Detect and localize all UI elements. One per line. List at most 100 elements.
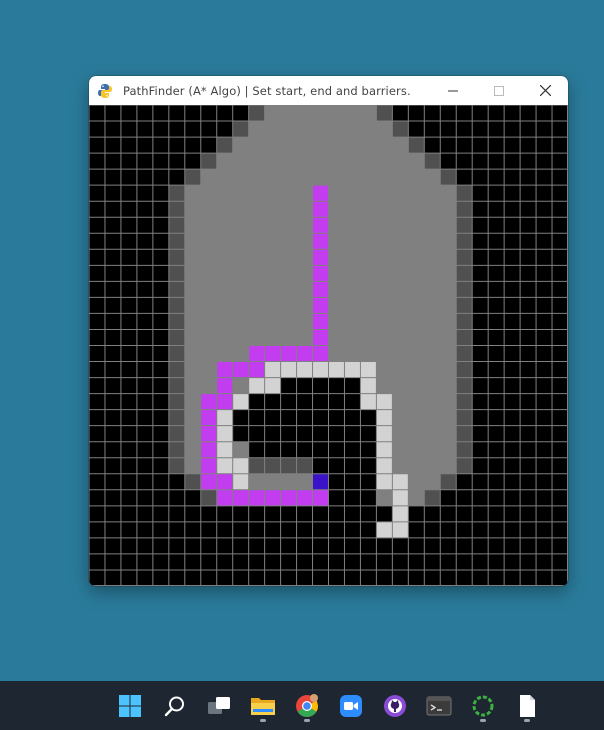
grid-cell-edge[interactable] [456,409,473,426]
grid-cell-edge[interactable] [456,313,473,330]
grid-cell-barrier[interactable] [280,105,297,122]
grid-cell-barrier[interactable] [440,201,457,218]
grid-cell-empty[interactable] [152,217,169,234]
grid-cell-barrier[interactable] [264,233,281,250]
grid-cell-end[interactable] [312,473,329,490]
grid-cell-barrier[interactable] [360,137,377,154]
grid-cell-barrier[interactable] [360,169,377,186]
grid-cell-barrier[interactable] [248,233,265,250]
grid-cell-barrier[interactable] [264,169,281,186]
grid-cell-closed[interactable] [216,425,233,442]
grid-cell-edge[interactable] [168,185,185,202]
grid-cell-empty[interactable] [136,153,153,170]
grid-cell-closed[interactable] [360,393,377,410]
grid-cell-empty[interactable] [472,105,489,122]
grid-cell-empty[interactable] [488,265,505,282]
grid-cell-barrier[interactable] [392,313,409,330]
grid-cell-barrier[interactable] [232,185,249,202]
grid-cell-empty[interactable] [488,553,505,570]
grid-cell-empty[interactable] [184,553,201,570]
grid-cell-empty[interactable] [488,137,505,154]
grid-cell-barrier[interactable] [248,201,265,218]
grid-cell-barrier[interactable] [248,185,265,202]
grid-cell-barrier[interactable] [264,201,281,218]
grid-cell-barrier[interactable] [216,313,233,330]
grid-cell-barrier[interactable] [344,281,361,298]
grid-cell-empty[interactable] [104,441,121,458]
grid-cell-empty[interactable] [552,297,568,314]
grid-cell-edge[interactable] [168,217,185,234]
grid-cell-empty[interactable] [376,537,393,554]
grid-cell-empty[interactable] [424,521,441,538]
grid-cell-empty[interactable] [456,153,473,170]
grid-cell-barrier[interactable] [344,345,361,362]
grid-cell-barrier[interactable] [328,249,345,266]
grid-cell-barrier[interactable] [424,441,441,458]
grid-cell-barrier[interactable] [232,313,249,330]
grid-cell-barrier[interactable] [216,185,233,202]
grid-cell-empty[interactable] [152,105,169,122]
grid-cell-empty[interactable] [89,361,105,378]
grid-cell-closed[interactable] [376,393,393,410]
grid-cell-empty[interactable] [536,569,553,586]
grid-cell-barrier[interactable] [408,409,425,426]
grid-cell-empty[interactable] [360,569,377,586]
close-button[interactable] [522,76,568,105]
grid-cell-barrier[interactable] [232,249,249,266]
grid-cell-empty[interactable] [184,505,201,522]
grid-cell-empty[interactable] [216,537,233,554]
grid-cell-barrier[interactable] [392,361,409,378]
grid-cell-empty[interactable] [136,377,153,394]
grid-cell-empty[interactable] [120,425,137,442]
grid-cell-empty[interactable] [536,489,553,506]
grid-cell-barrier[interactable] [200,233,217,250]
grid-cell-empty[interactable] [488,537,505,554]
grid-cell-empty[interactable] [536,233,553,250]
grid-cell-barrier[interactable] [392,329,409,346]
grid-cell-barrier[interactable] [424,169,441,186]
grid-cell-empty[interactable] [536,505,553,522]
grid-cell-empty[interactable] [520,393,537,410]
grid-cell-empty[interactable] [200,137,217,154]
grid-cell-barrier[interactable] [232,329,249,346]
grid-cell-empty[interactable] [536,281,553,298]
grid-cell-edge[interactable] [168,377,185,394]
grid-cell-empty[interactable] [104,249,121,266]
grid-cell-barrier[interactable] [280,473,297,490]
grid-cell-closed[interactable] [232,393,249,410]
grid-cell-barrier[interactable] [264,217,281,234]
grid-cell-edge[interactable] [296,457,313,474]
grid-cell-edge[interactable] [456,377,473,394]
grid-cell-empty[interactable] [488,329,505,346]
grid-cell-path[interactable] [200,409,217,426]
grid-cell-barrier[interactable] [328,329,345,346]
grid-cell-empty[interactable] [520,281,537,298]
pathfinder-window[interactable]: PathFinder (A* Algo) | Set start, end an… [89,76,568,586]
grid-cell-empty[interactable] [456,505,473,522]
grid-cell-barrier[interactable] [408,281,425,298]
grid-cell-barrier[interactable] [264,329,281,346]
grid-cell-barrier[interactable] [360,265,377,282]
grid-cell-path[interactable] [200,393,217,410]
grid-cell-empty[interactable] [216,553,233,570]
grid-cell-empty[interactable] [520,569,537,586]
grid-cell-empty[interactable] [89,121,105,138]
grid-cell-barrier[interactable] [392,137,409,154]
grid-cell-edge[interactable] [168,313,185,330]
grid-cell-barrier[interactable] [440,265,457,282]
grid-cell-empty[interactable] [312,409,329,426]
grid-cell-barrier[interactable] [264,281,281,298]
grid-cell-edge[interactable] [456,217,473,234]
grid-cell-empty[interactable] [520,313,537,330]
grid-cell-empty[interactable] [89,553,105,570]
grid-cell-empty[interactable] [488,281,505,298]
grid-cell-path[interactable] [216,361,233,378]
grid-cell-empty[interactable] [312,425,329,442]
grid-cell-empty[interactable] [520,121,537,138]
grid-cell-empty[interactable] [344,473,361,490]
grid-cell-empty[interactable] [89,441,105,458]
grid-cell-barrier[interactable] [200,185,217,202]
grid-cell-empty[interactable] [104,217,121,234]
grid-cell-empty[interactable] [232,537,249,554]
grid-cell-empty[interactable] [456,521,473,538]
